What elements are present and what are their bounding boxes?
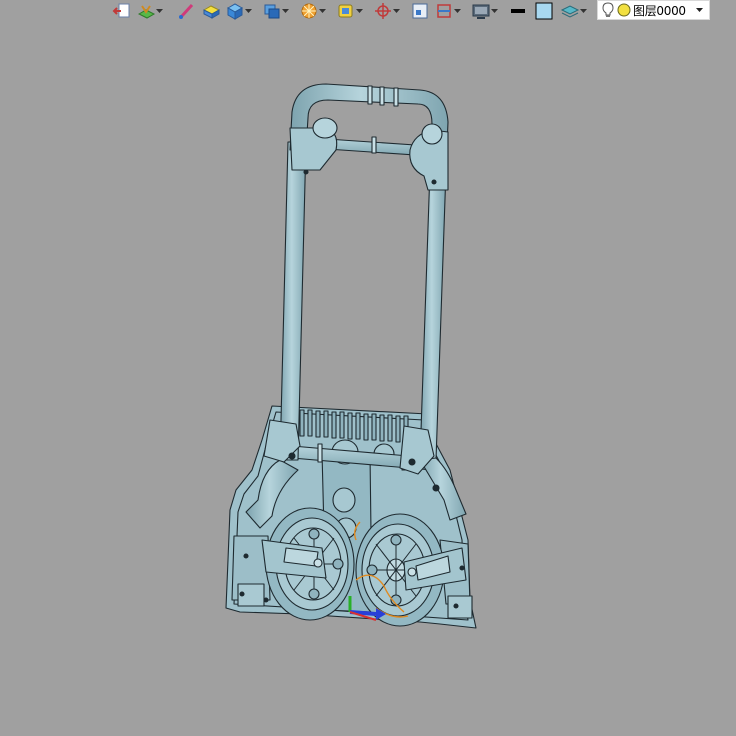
extrude-icon[interactable] bbox=[201, 1, 225, 21]
lightbulb-icon[interactable] bbox=[602, 2, 614, 18]
chevron-down-icon[interactable] bbox=[356, 1, 363, 21]
sketch-plane-icon[interactable] bbox=[136, 1, 156, 21]
render-style-icon[interactable] bbox=[299, 1, 319, 21]
fill-color-icon[interactable] bbox=[534, 1, 560, 21]
current-layer-name: 图层0000 bbox=[633, 3, 686, 18]
triangle-down-icon[interactable] bbox=[696, 7, 703, 13]
line-tool-icon[interactable] bbox=[177, 1, 201, 21]
axis-locate-icon[interactable] bbox=[373, 1, 393, 21]
chevron-down-icon[interactable] bbox=[319, 1, 326, 21]
line-color-icon[interactable] bbox=[508, 1, 534, 21]
box-solid-icon[interactable] bbox=[225, 1, 245, 21]
chevron-down-icon[interactable] bbox=[156, 1, 163, 21]
3d-viewport[interactable]: 图层0000 bbox=[0, 0, 736, 736]
face-select-icon[interactable] bbox=[336, 1, 356, 21]
layer-stack-icon[interactable] bbox=[560, 1, 580, 21]
chevron-down-icon[interactable] bbox=[491, 1, 498, 21]
exit-sketch-icon[interactable] bbox=[112, 1, 136, 21]
right-upright-tube bbox=[419, 169, 467, 521]
layer-selector[interactable]: 图层0000 bbox=[597, 0, 710, 20]
zoom-window-icon[interactable] bbox=[410, 1, 434, 21]
copy-feature-icon[interactable] bbox=[262, 1, 282, 21]
chevron-down-icon[interactable] bbox=[245, 1, 252, 21]
display-mode-icon[interactable] bbox=[471, 1, 491, 21]
yellow-dot-icon[interactable] bbox=[617, 3, 631, 17]
hand-truck-model[interactable] bbox=[0, 0, 736, 736]
top-handle bbox=[289, 83, 449, 191]
chevron-down-icon[interactable] bbox=[393, 1, 400, 21]
chevron-down-icon[interactable] bbox=[282, 1, 289, 21]
section-view-icon[interactable] bbox=[434, 1, 454, 21]
chevron-down-icon[interactable] bbox=[454, 1, 461, 21]
chevron-down-icon[interactable] bbox=[580, 1, 587, 21]
view-toolbar bbox=[112, 0, 587, 22]
